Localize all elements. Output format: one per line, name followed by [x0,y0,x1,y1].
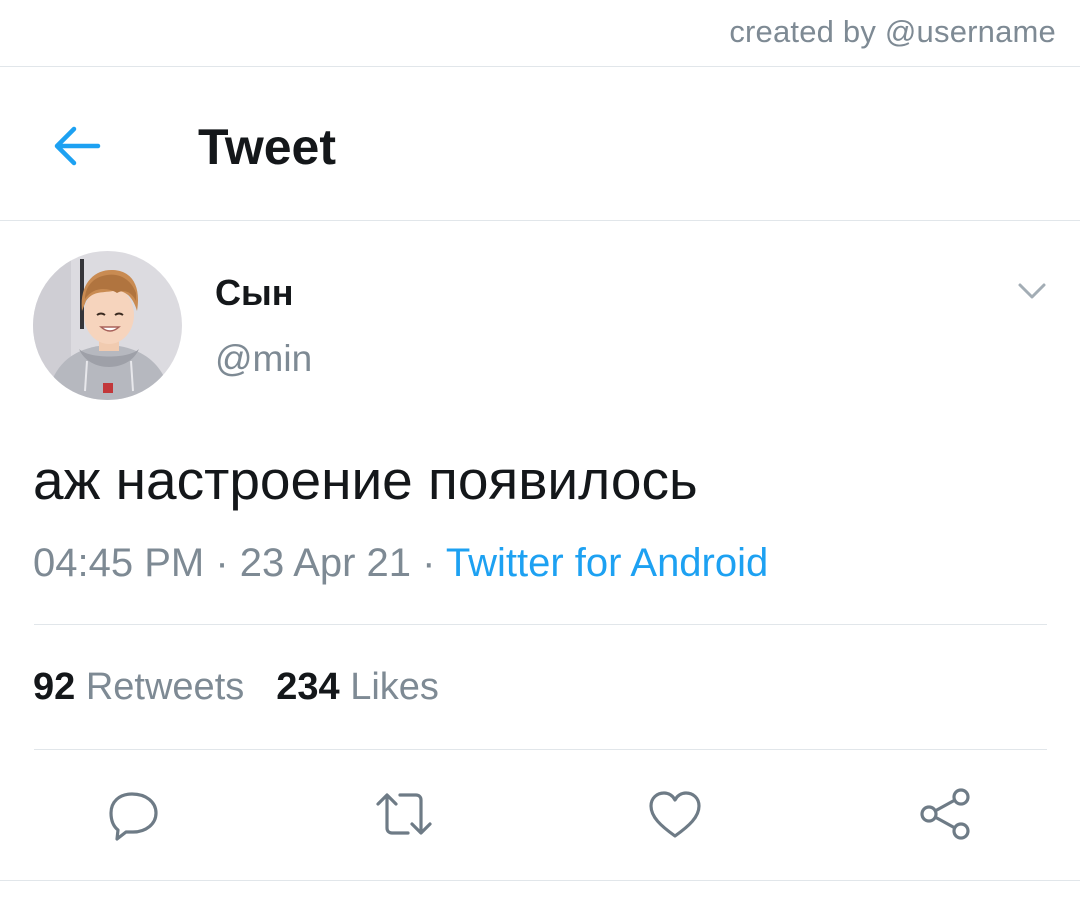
credit-label: created by @username [729,14,1056,49]
page-title: Tweet [198,119,336,175]
reply-button[interactable] [104,786,164,842]
tweet-options-button[interactable] [1012,276,1052,308]
retweets-stat[interactable]: 92 Retweets [33,666,244,708]
retweets-label: Retweets [85,666,245,708]
share-icon [920,788,970,840]
reply-icon [109,792,158,841]
stats-divider [34,749,1047,750]
header-divider [0,220,1080,221]
avatar[interactable] [33,251,182,400]
author-handle[interactable]: @min [215,338,312,380]
heart-icon [649,791,701,838]
retweets-count: 92 [33,666,76,708]
tweet-text: аж настроение появилось [33,449,698,511]
tweet-date: 23 Apr 21 [239,541,412,585]
top-divider [0,66,1080,67]
likes-count: 234 [276,666,340,708]
chevron-down-icon [1018,283,1046,299]
avatar-photo [33,251,182,400]
tweet-stats: 92 Retweets 234 Likes [33,666,439,709]
bottom-divider [0,880,1080,881]
arrow-left-icon [54,126,101,166]
retweet-button[interactable] [374,786,434,842]
likes-label: Likes [350,666,439,708]
like-button[interactable] [645,786,705,842]
retweet-icon [376,793,432,835]
share-button[interactable] [916,786,976,842]
meta-separator: · [422,541,436,585]
meta-separator: · [215,541,229,585]
tweet-source-link[interactable]: Twitter for Android [446,541,768,585]
tweet-meta: 04:45 PM · 23 Apr 21 · Twitter for Andro… [33,541,768,586]
back-button[interactable] [50,118,106,174]
meta-divider [34,624,1047,625]
author-display-name[interactable]: Сын [215,272,294,314]
tweet-time: 04:45 PM [33,541,205,585]
likes-stat[interactable]: 234 Likes [276,666,439,708]
